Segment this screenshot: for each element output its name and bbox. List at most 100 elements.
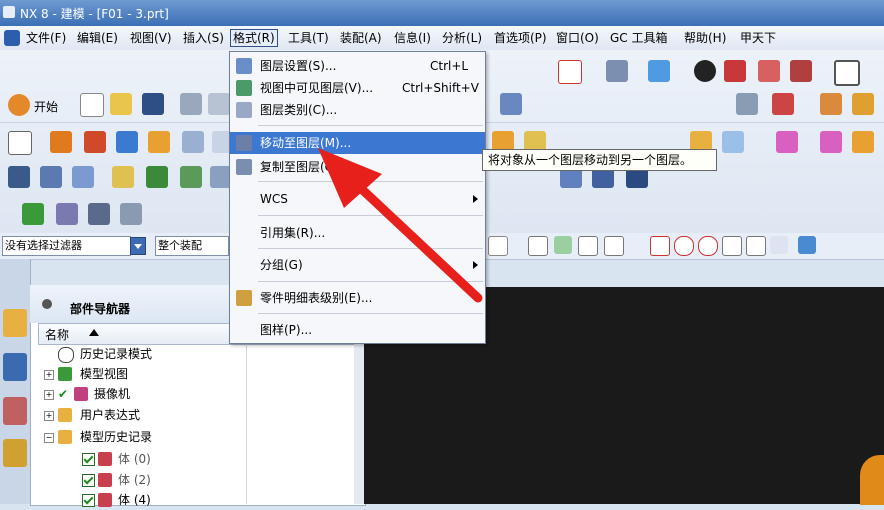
new-file-icon[interactable] <box>80 93 104 117</box>
snap-point-icon[interactable] <box>554 236 572 254</box>
folder-icon <box>58 408 72 422</box>
menu-assembly[interactable]: 装配(A) <box>338 30 384 46</box>
menu-preferences[interactable]: 首选项(P) <box>492 30 549 46</box>
synchronous-icon[interactable] <box>56 203 78 225</box>
menu-item-label: 图层类别(C)... <box>260 103 338 117</box>
scope-filter-select[interactable]: 整个装配 <box>155 236 229 256</box>
menu-format[interactable]: 格式(R) <box>230 29 278 47</box>
display-icon[interactable] <box>852 131 874 153</box>
type-filter-select[interactable]: 没有选择过滤器 <box>2 236 131 256</box>
measure-icon[interactable] <box>820 93 842 115</box>
snap-on-surface-icon[interactable] <box>770 236 788 254</box>
menu-window[interactable]: 窗口(O) <box>554 30 601 46</box>
snap-perpendicular-icon[interactable] <box>650 236 670 256</box>
menu-item-label: 图层设置(S)... <box>260 59 337 73</box>
copy-to-layer-icon <box>236 159 252 175</box>
part-navigator-icon[interactable] <box>3 397 27 425</box>
move-feature-icon[interactable] <box>146 166 168 188</box>
assembly-icon[interactable] <box>736 93 758 115</box>
hole-icon[interactable] <box>182 131 204 153</box>
model-views-icon <box>58 367 72 381</box>
check-icon[interactable] <box>22 203 44 225</box>
menu-information[interactable]: 信息(I) <box>392 30 433 46</box>
start-label[interactable]: 开始 <box>34 98 58 115</box>
open-folder-icon[interactable] <box>110 93 132 115</box>
snap-midpoint-icon[interactable] <box>604 236 624 256</box>
cylinder-icon[interactable] <box>724 60 746 82</box>
feature-table-icon[interactable] <box>8 166 30 188</box>
sketch-icon[interactable] <box>606 60 628 82</box>
menu-help[interactable]: 帮助(H) <box>682 30 728 46</box>
expand-plus-icon[interactable]: + <box>44 411 54 421</box>
save-icon[interactable] <box>142 93 164 115</box>
start-icon[interactable] <box>8 94 30 116</box>
navigator-title: 部件导航器 <box>70 302 131 316</box>
assembly-navigator-icon[interactable] <box>3 309 27 337</box>
sketch-rect-icon[interactable] <box>8 131 32 155</box>
replay-icon[interactable] <box>72 166 94 188</box>
expand-plus-icon[interactable]: + <box>44 390 54 400</box>
nx-app-icon[interactable] <box>4 30 20 46</box>
menu-layer-settings[interactable]: 图层设置(S)... Ctrl+L <box>230 55 485 77</box>
snap-center-icon[interactable] <box>674 236 694 256</box>
tooltip: 将对象从一个图层移动到另一个图层。 <box>482 149 717 171</box>
menu-layer-category[interactable]: 图层类别(C)... <box>230 99 485 121</box>
checkmark-icon: ✔ <box>58 387 69 401</box>
block-icon[interactable] <box>116 131 138 153</box>
edge-display-icon[interactable] <box>758 60 780 82</box>
menu-analysis[interactable]: 分析(L) <box>440 30 484 46</box>
visibility-checkbox[interactable] <box>82 474 95 487</box>
menu-item-shortcut: Ctrl+Shift+V <box>402 81 479 95</box>
resize-icon[interactable] <box>88 203 110 225</box>
menu-insert[interactable]: 插入(S) <box>181 30 226 46</box>
csys-icon[interactable] <box>772 93 794 115</box>
tree-label: 摄像机 <box>94 387 131 401</box>
view-cube-icon[interactable] <box>820 131 842 153</box>
select-arrow-icon[interactable] <box>500 93 522 115</box>
wireframe-icon[interactable] <box>722 131 744 153</box>
revolve-icon[interactable] <box>84 131 106 153</box>
menu-jiatianxia[interactable]: 甲天下 <box>738 30 778 46</box>
reorder-icon[interactable] <box>180 166 202 188</box>
sort-ascending-icon <box>89 329 99 336</box>
menu-edit[interactable]: 编辑(E) <box>75 30 120 46</box>
type-filter-dropdown-icon[interactable] <box>130 237 146 255</box>
cube-filter-icon[interactable] <box>798 236 816 254</box>
collapse-minus-icon[interactable]: − <box>44 433 54 443</box>
constraint-navigator-icon[interactable] <box>3 353 27 381</box>
hidden-edge-icon[interactable] <box>790 60 812 82</box>
visibility-checkbox[interactable] <box>82 494 95 507</box>
copy-icon[interactable] <box>208 93 230 115</box>
tree-label: 体 (0) <box>118 452 151 466</box>
snap-on-curve-icon[interactable] <box>746 236 766 256</box>
snap-line-icon[interactable] <box>578 236 598 256</box>
menu-gc-toolbox[interactable]: GC 工具箱 <box>608 30 670 46</box>
background-icon[interactable] <box>834 60 860 86</box>
render-style-icon[interactable] <box>694 60 716 82</box>
navigator-pin-icon[interactable] <box>42 299 52 309</box>
menu-visible-layers-in-view[interactable]: 视图中可见图层(V)... Ctrl+Shift+V <box>230 77 485 99</box>
snap-quadrant-icon[interactable] <box>698 236 718 256</box>
layer-category-icon <box>236 102 252 118</box>
cylinder-feature-icon[interactable] <box>148 131 170 153</box>
snap-existing-point-icon[interactable] <box>722 236 742 256</box>
menu-item-label: 视图中可见图层(V)... <box>260 81 374 95</box>
menu-file[interactable]: 文件(F) <box>24 30 68 46</box>
extrude-icon[interactable] <box>50 131 72 153</box>
expand-plus-icon[interactable]: + <box>44 370 54 380</box>
shaded-cube-icon[interactable] <box>648 60 670 82</box>
visibility-checkbox[interactable] <box>82 453 95 466</box>
suppress-icon[interactable] <box>112 166 134 188</box>
close-view-icon[interactable] <box>558 60 582 84</box>
navigator-scrollbar[interactable] <box>354 323 364 504</box>
offset-region-icon[interactable] <box>120 203 142 225</box>
menu-pattern[interactable]: 图样(P)... <box>230 319 485 341</box>
reuse-library-icon[interactable] <box>3 439 27 467</box>
cut-icon[interactable] <box>180 93 202 115</box>
edit-parameters-icon[interactable] <box>40 166 62 188</box>
analysis-icon[interactable] <box>852 93 874 115</box>
menu-view[interactable]: 视图(V) <box>128 30 174 46</box>
section-icon[interactable] <box>776 131 798 153</box>
menu-tools[interactable]: 工具(T) <box>286 30 331 46</box>
snap-endpoint-icon[interactable] <box>528 236 548 256</box>
